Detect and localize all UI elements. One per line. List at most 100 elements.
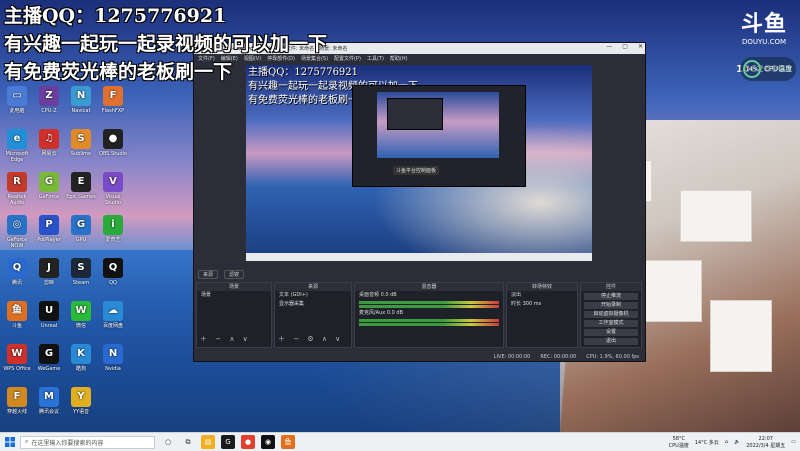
desktop-icon[interactable]: N Nvidia — [97, 344, 129, 372]
mixer-channel: 麦克风/Aux 0.0 dB — [359, 310, 403, 316]
sources-tab[interactable]: 来源 — [198, 269, 219, 279]
control-button[interactable]: 工作室模式 — [584, 320, 638, 327]
desktop-icon[interactable]: Z CPU-Z — [33, 86, 65, 114]
desktop-icon-label: 穿越火线 — [6, 409, 27, 415]
scene-item[interactable]: 场景 — [197, 291, 271, 300]
desktop-icon[interactable]: N Navicat — [65, 86, 97, 114]
preview-taskbar — [246, 253, 592, 261]
app-icon: J — [39, 258, 59, 278]
desktop-icon[interactable]: M 腾讯会议 — [33, 387, 65, 415]
desktop-icon-label: Sublime — [70, 151, 92, 157]
source-item[interactable]: 显示器采集 — [275, 300, 351, 309]
desktop-icon-label: Navicat — [71, 108, 91, 114]
desktop-icon-label: CPU-Z — [41, 108, 57, 114]
desktop-icon[interactable]: K 酷狗 — [65, 344, 97, 372]
desktop-icon[interactable]: ♫ 网易云 — [33, 129, 65, 157]
perf-widget[interactable]: 14% CPU温度 — [740, 57, 796, 81]
desktop-icon[interactable]: G WeGame — [33, 344, 65, 372]
desktop-icon[interactable]: S Steam — [65, 258, 97, 286]
desktop-icon[interactable]: G GPU — [65, 215, 97, 243]
mixer-title: 混音器 — [355, 283, 503, 291]
desktop-icon[interactable]: S Sublime — [65, 129, 97, 157]
control-button[interactable]: 开始录制 — [584, 302, 638, 309]
transition-select[interactable]: 淡出 — [507, 291, 577, 300]
windows-start-icon[interactable] — [2, 434, 18, 450]
app-icon: E — [71, 172, 91, 192]
source-item[interactable]: 文本 (GDI+) — [275, 291, 351, 300]
desktop-icon[interactable]: e Microsoft Edge — [1, 129, 33, 163]
task-view-icon[interactable]: ⧉ — [181, 435, 195, 449]
desktop-icon[interactable]: Q QQ — [97, 258, 129, 286]
desktop-icon[interactable]: Q 腾讯 — [1, 258, 33, 286]
obs-window[interactable]: OBS 27.2.1 (64-bit, windows) - 配置文件: 未命名… — [193, 42, 646, 362]
control-button[interactable]: 启动虚拟摄像机 — [584, 311, 638, 318]
desktop-icon[interactable]: E Epic Games — [65, 172, 97, 200]
cpu-temp-widget[interactable]: 58°C CPU温度 — [669, 436, 689, 449]
desktop-icon[interactable]: Y YY语音 — [65, 387, 97, 415]
desktop-icon[interactable]: ▭ 此电脑 — [1, 86, 33, 114]
desktop-icon[interactable]: V Visual Studio — [97, 172, 129, 206]
app-icon: G — [39, 172, 59, 192]
sources-toolbar[interactable]: ＋ − ⚙ ∧ ∨ — [278, 334, 343, 344]
desktop-icon[interactable]: J 剪映 — [33, 258, 65, 286]
desktop-icon[interactable]: W 微信 — [65, 301, 97, 329]
app-icon: Z — [39, 86, 59, 106]
desktop-icon[interactable]: W WPS Office — [1, 344, 33, 372]
weather[interactable]: 14°C 多云 — [695, 439, 719, 446]
taskbar-search[interactable]: ⌕ 在这里输入你要搜索的内容 — [20, 435, 155, 449]
network-icon[interactable]: ⌂ — [725, 439, 728, 445]
duration-label: 时长 — [511, 301, 522, 307]
app-icon: M — [39, 387, 59, 407]
desktop-icon-label: GPU — [75, 237, 87, 243]
menu-item[interactable]: 配置文件(P) — [334, 55, 361, 62]
volume-meter[interactable] — [359, 301, 499, 304]
nested-window — [387, 98, 443, 130]
record-icon[interactable]: ● — [241, 435, 255, 449]
rec-time: REC: 00:00:00 — [540, 353, 577, 360]
desktop-icon-label: FlashFXP — [101, 108, 125, 114]
obs-preview[interactable]: 主播QQ：1275776921 有兴趣一起玩一起录视频的可以加一下 有免费荧光棒… — [246, 65, 592, 261]
desktop-icon-label: WeGame — [37, 366, 61, 372]
control-button[interactable]: 停止推流 — [584, 293, 638, 300]
duration-input[interactable]: 300 ms — [523, 301, 542, 307]
volume-meter[interactable] — [359, 305, 499, 308]
desktop-icon-label: Unreal — [40, 323, 58, 329]
desktop-icon-label: QQ — [109, 280, 117, 286]
close-icon[interactable]: ✕ — [638, 43, 643, 50]
volume-meter[interactable] — [359, 319, 499, 322]
scenes-toolbar[interactable]: ＋ − ∧ ∨ — [200, 334, 251, 344]
file-explorer-icon[interactable]: ▤ — [201, 435, 215, 449]
menu-item[interactable]: 工具(T) — [367, 55, 384, 62]
desktop-icon[interactable]: P PotPlayer — [33, 215, 65, 243]
overlay-line: 主播QQ：1275776921 — [4, 5, 227, 27]
desktop-icon[interactable]: ◎ GeForce NOW — [1, 215, 33, 249]
desktop-icon-label: 此电脑 — [9, 108, 25, 114]
volume-meter[interactable] — [359, 323, 499, 326]
control-button[interactable]: 退出 — [584, 338, 638, 345]
control-button[interactable]: 设置 — [584, 329, 638, 336]
desktop-icon[interactable]: ● OBS Studio — [97, 129, 129, 157]
clock[interactable]: 22:07 2022/3/4 星期五 — [746, 436, 785, 449]
desktop-icon[interactable]: U Unreal — [33, 301, 65, 329]
filters-tab[interactable]: 滤镜 — [224, 269, 245, 279]
app-icon: V — [103, 172, 123, 192]
desktop-icon[interactable]: R Realtek Audio — [1, 172, 33, 206]
wallpaper-house — [680, 190, 752, 242]
minimize-icon[interactable]: — — [606, 43, 612, 50]
app-icon: e — [7, 129, 27, 149]
desktop-icon[interactable]: G GeForce — [33, 172, 65, 200]
desktop-icon[interactable]: i 爱奇艺 — [97, 215, 129, 243]
desktop-icon[interactable]: F FlashFXP — [97, 86, 129, 114]
obs-icon[interactable]: ◉ — [261, 435, 275, 449]
douyu-icon[interactable]: 鱼 — [281, 435, 295, 449]
desktop-icon[interactable]: 鱼斗鱼 — [1, 301, 33, 329]
desktop-icon[interactable]: F 穿越火线 — [1, 387, 33, 415]
menu-item[interactable]: 帮助(H) — [390, 55, 408, 62]
volume-icon[interactable]: 🔈 — [734, 439, 740, 445]
task-view-icon[interactable]: ○ — [161, 435, 175, 449]
maximize-icon[interactable]: ▢ — [622, 43, 628, 50]
desktop-icon-label: Epic Games — [66, 194, 96, 200]
github-icon[interactable]: G — [221, 435, 235, 449]
notification-icon[interactable]: ▭ — [791, 439, 796, 445]
desktop-icon[interactable]: ☁ 百度网盘 — [97, 301, 129, 329]
